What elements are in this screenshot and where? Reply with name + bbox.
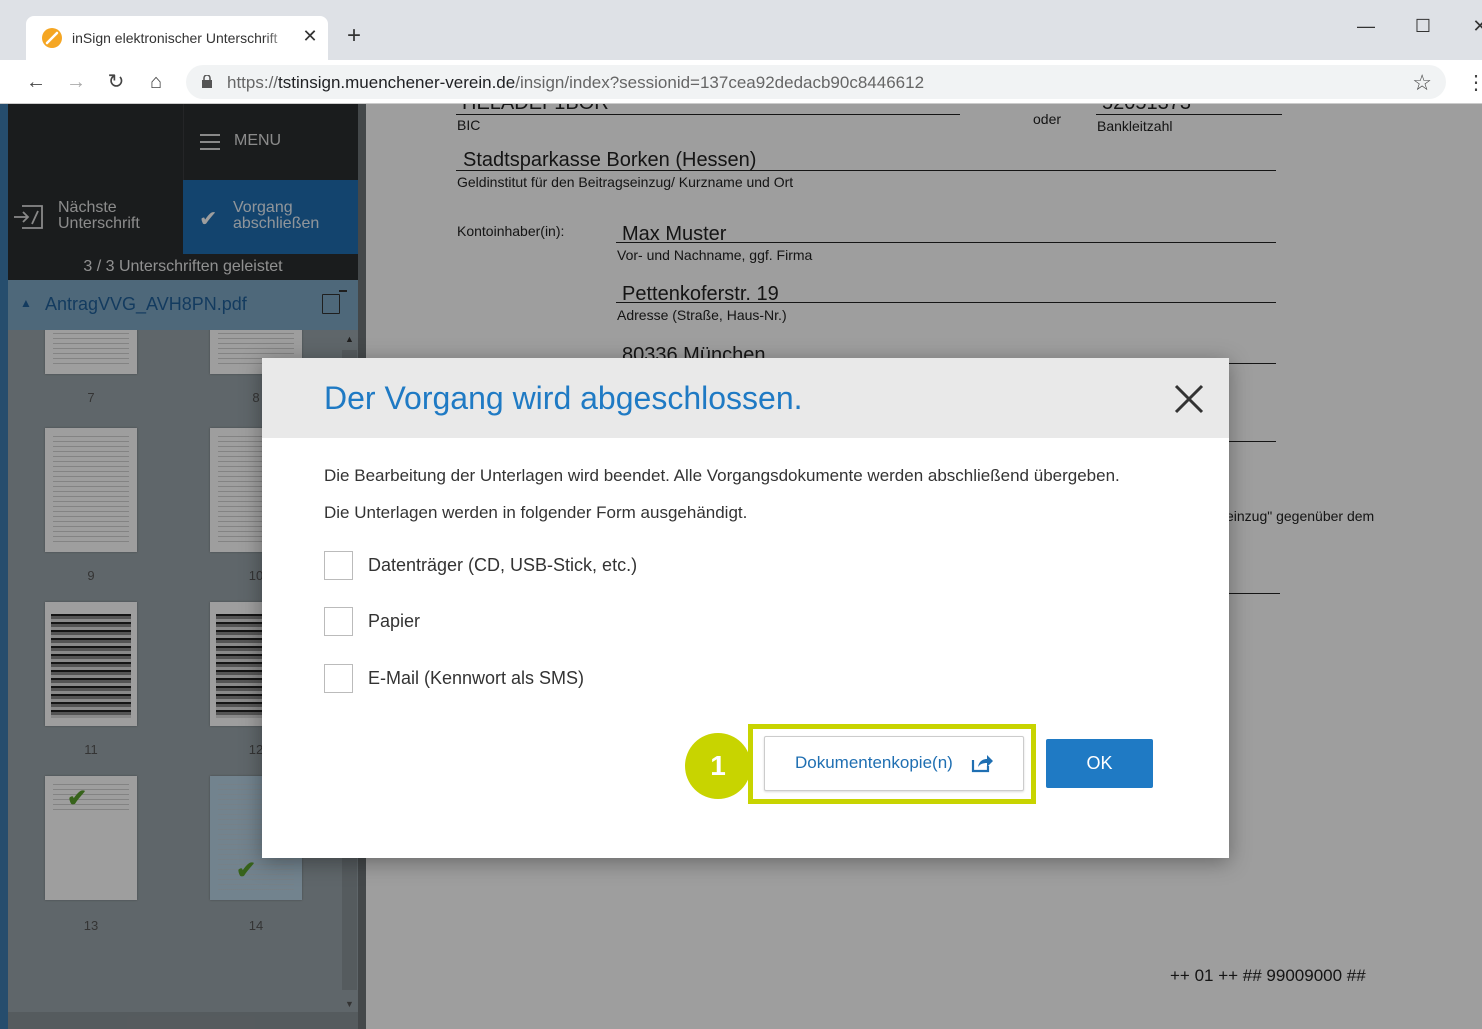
- window-minimize-button[interactable]: —: [1354, 14, 1378, 38]
- bookmark-star-icon[interactable]: ☆: [1412, 70, 1432, 96]
- window-maximize-button[interactable]: ☐: [1411, 14, 1435, 38]
- dialog-text-1: Die Bearbeitung der Unterlagen wird been…: [324, 466, 1120, 485]
- option-label: E-Mail (Kennwort als SMS): [368, 668, 585, 688]
- checkbox[interactable]: [324, 664, 353, 693]
- reload-icon[interactable]: ↻: [104, 70, 128, 94]
- ok-button[interactable]: OK: [1046, 739, 1153, 788]
- document-copy-button[interactable]: Dokumentenkopie(n): [764, 736, 1024, 791]
- browser-tab-bar: inSign elektronischer Unterschrift ✕ + —…: [0, 0, 1482, 60]
- share-export-icon: [971, 755, 993, 773]
- tab-close-icon[interactable]: ✕: [300, 26, 320, 46]
- new-tab-button[interactable]: +: [342, 24, 366, 48]
- option-paper[interactable]: Papier: [324, 607, 924, 637]
- window-close-button[interactable]: ✕: [1468, 14, 1482, 38]
- address-bar[interactable]: https://tstinsign.muenchener-verein.de/i…: [186, 65, 1446, 99]
- dialog-text-2: Die Unterlagen werden in folgender Form …: [324, 503, 748, 522]
- browser-menu-icon[interactable]: ⋮: [1466, 70, 1482, 95]
- lock-icon: [202, 75, 212, 88]
- document-copy-label: Dokumentenkopie(n): [795, 753, 953, 772]
- insign-favicon-icon: [42, 28, 62, 48]
- home-icon[interactable]: ⌂: [144, 70, 168, 94]
- url-text: https://tstinsign.muenchener-verein.de/i…: [227, 73, 925, 92]
- checkbox[interactable]: [324, 607, 353, 636]
- step-number-badge: 1: [685, 733, 751, 799]
- close-icon[interactable]: [1172, 382, 1206, 416]
- option-data-carrier[interactable]: Datenträger (CD, USB-Stick, etc.): [324, 551, 924, 581]
- dialog-title: Der Vorgang wird abgeschlossen.: [324, 380, 803, 416]
- checkbox[interactable]: [324, 551, 353, 580]
- dialog-header: Der Vorgang wird abgeschlossen.: [262, 358, 1229, 438]
- browser-tab[interactable]: inSign elektronischer Unterschrift ✕: [26, 16, 328, 60]
- browser-toolbar: ← → ↻ ⌂ https://tstinsign.muenchener-ver…: [0, 60, 1482, 104]
- option-label: Papier: [368, 611, 421, 631]
- back-arrow-icon[interactable]: ←: [24, 70, 48, 94]
- option-email[interactable]: E-Mail (Kennwort als SMS): [324, 664, 924, 694]
- option-label: Datenträger (CD, USB-Stick, etc.): [368, 555, 638, 575]
- tab-title: inSign elektronischer Unterschrift: [72, 30, 294, 46]
- forward-arrow-icon[interactable]: →: [64, 70, 88, 94]
